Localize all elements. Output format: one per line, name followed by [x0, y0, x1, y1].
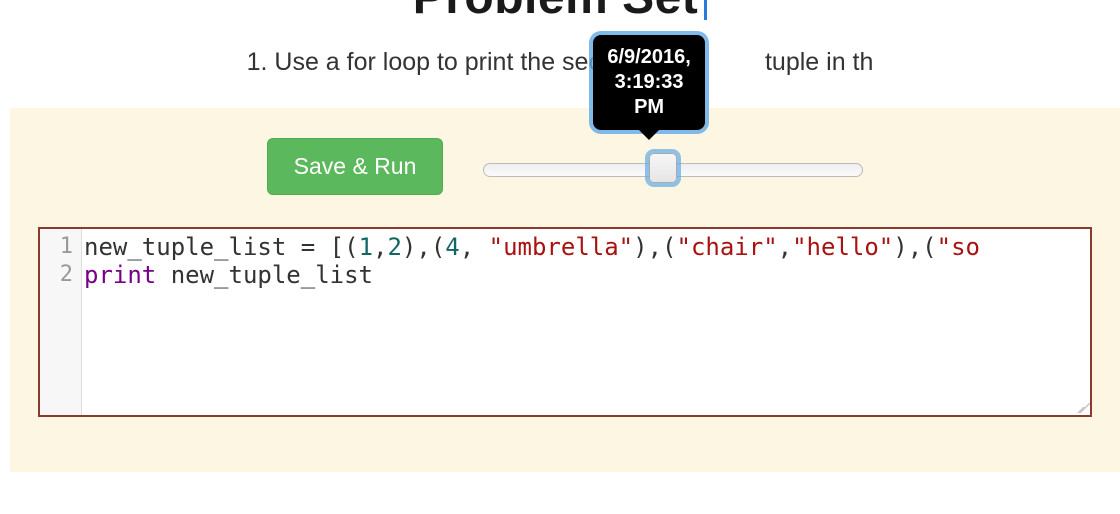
slider-tooltip: 6/9/2016, 3:19:33 PM — [593, 35, 704, 130]
editor-controls: Save & Run 6/9/2016, 3:19:33 PM — [10, 138, 1120, 195]
gutter-line-number: 1 — [40, 233, 81, 261]
code-editor[interactable]: 1 2 new_tuple_list = [(1,2),(4, "umbrell… — [38, 227, 1092, 417]
save-run-button[interactable]: Save & Run — [267, 138, 444, 195]
activecode-container: Save & Run 6/9/2016, 3:19:33 PM 1 2 new_… — [10, 108, 1120, 472]
history-slider[interactable]: 6/9/2016, 3:19:33 PM — [483, 157, 863, 177]
code-text[interactable]: new_tuple_list = [(1,2),(4, "umbrella"),… — [84, 233, 1090, 289]
gutter-line-number: 2 — [40, 261, 81, 289]
code-line[interactable]: new_tuple_list = [(1,2),(4, "umbrella"),… — [84, 233, 1090, 261]
code-line[interactable]: print new_tuple_list — [84, 261, 1090, 289]
text-cursor — [704, 0, 707, 20]
resize-handle-icon[interactable] — [1074, 399, 1088, 413]
line-gutter: 1 2 — [40, 229, 82, 415]
page-title: Problem Set — [0, 0, 1120, 25]
problem-statement: 1. Use a for loop to print the second el… — [0, 48, 1120, 77]
slider-handle[interactable] — [649, 153, 677, 183]
